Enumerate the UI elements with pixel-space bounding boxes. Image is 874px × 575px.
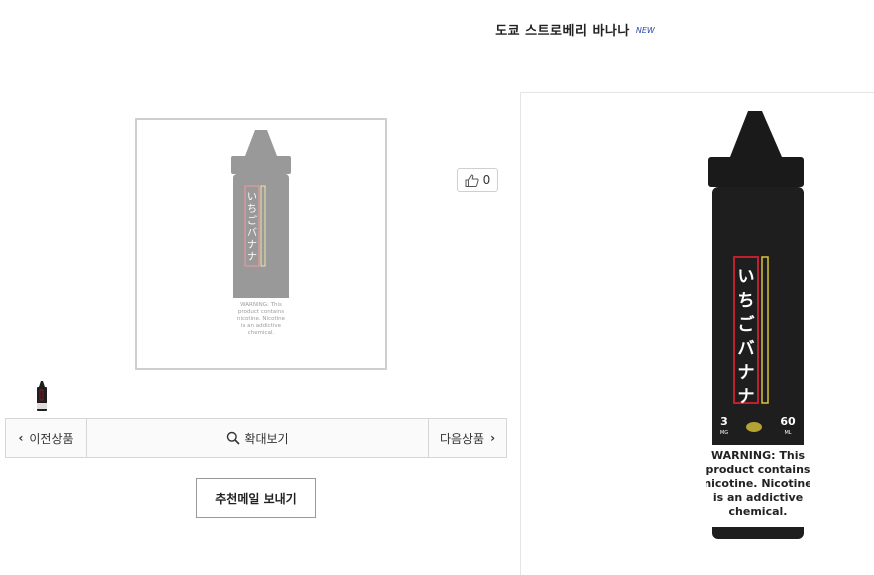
bottle-label-char: ご [738,314,756,335]
nicotine-mg: 3 [720,415,728,428]
like-count: 0 [482,173,491,187]
warning-line: is an addictive [713,491,803,504]
warning-line: chemical. [729,505,788,518]
bottle-label-char: ナ [247,239,257,251]
bottle-label-char: ナ [738,387,755,407]
warning-line: product contains [706,463,810,476]
bottle-label-char: ナ [247,251,257,263]
warning-line: product contains [238,309,284,315]
search-icon [227,431,240,445]
zoom-label: 확대보기 [244,431,289,446]
warning-line: WARNING: This [240,302,282,308]
thumbs-up-icon [465,173,479,187]
bottle-label-char: ち [247,203,257,215]
bottle-label-char: い [247,192,257,203]
zoomed-image-panel: い ち ご バ ナ ナ 3 MG 60 ML WARNING: This pro… [520,92,874,575]
recommend-mail-label: 추천메일 보내기 [215,491,297,506]
product-title: 도쿄 스트로베리 바나나 [495,24,630,39]
bottle-label-char: い [738,267,755,287]
warning-line: nicotine. Nicotine [237,316,286,322]
like-button[interactable]: 0 [457,168,498,192]
warning-line: is an addictive [241,323,282,329]
new-badge: NEW [635,26,655,35]
zoom-button[interactable]: 확대보기 [87,419,428,457]
warning-line: chemical. [248,330,275,336]
bottle-label-char: ナ [738,363,755,383]
product-nav-bar: ‹ 이전상품 확대보기 다음상품 › [5,418,507,458]
warning-line: WARNING: This [711,449,805,462]
recommend-mail-button[interactable]: 추천메일 보내기 [196,478,316,518]
bottle-label-char: バ [738,339,755,359]
next-product-button[interactable]: 다음상품 › [428,419,506,457]
prev-product-label: 이전상품 [29,431,74,446]
main-product-image[interactable]: い ち ご バ ナ ナ WARNING: This product contai… [135,118,387,370]
chevron-right-icon: › [490,431,496,445]
bottle-label-char: ご [247,214,257,227]
thumbnail-image[interactable] [34,380,50,412]
volume-ml: 60 [780,415,796,428]
bottle-image-faded: い ち ご バ ナ ナ WARNING: This product contai… [231,130,291,342]
nicotine-mg-unit: MG [720,430,728,436]
bottle-label-char: ち [738,291,755,311]
bottle-image-large: い ち ご バ ナ ナ 3 MG 60 ML WARNING: This pro… [706,111,810,539]
warning-line: nicotine. Nicotine [706,477,810,490]
prev-product-button[interactable]: ‹ 이전상품 [6,419,87,457]
bottle-label-char: バ [247,227,257,239]
bottle-thumbnail [37,381,47,411]
product-title-area: 도쿄 스트로베리 바나나 NEW [0,20,874,39]
volume-ml-unit: ML [784,430,791,436]
chevron-left-icon: ‹ [18,431,24,445]
next-product-label: 다음상품 [439,431,485,446]
